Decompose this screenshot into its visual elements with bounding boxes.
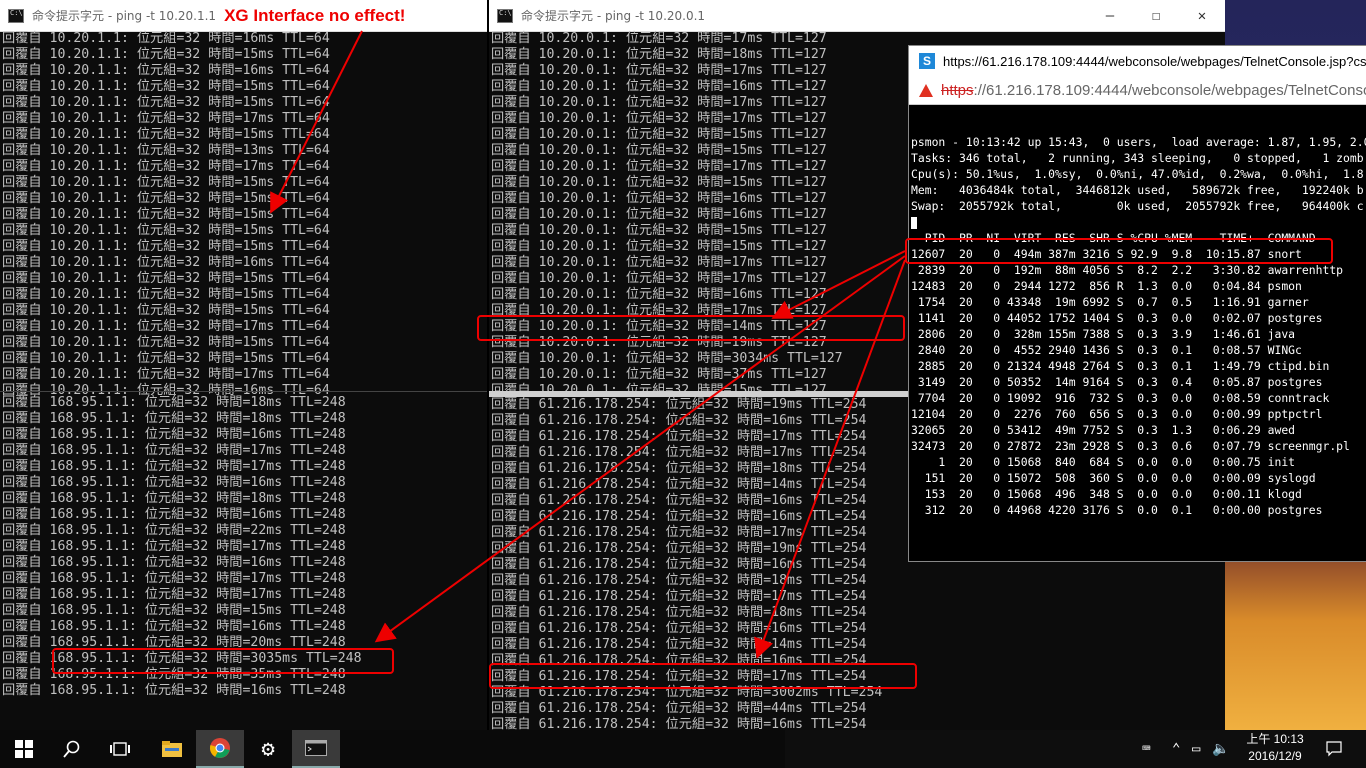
arrow-snort-to-right-bottom	[754, 259, 906, 659]
arrow-snort-to-left-bottom	[374, 255, 906, 643]
annotation-arrows	[270, 30, 906, 659]
arrow-note-to-left-console	[270, 30, 363, 214]
arrow-snort-to-right-top	[771, 250, 906, 319]
